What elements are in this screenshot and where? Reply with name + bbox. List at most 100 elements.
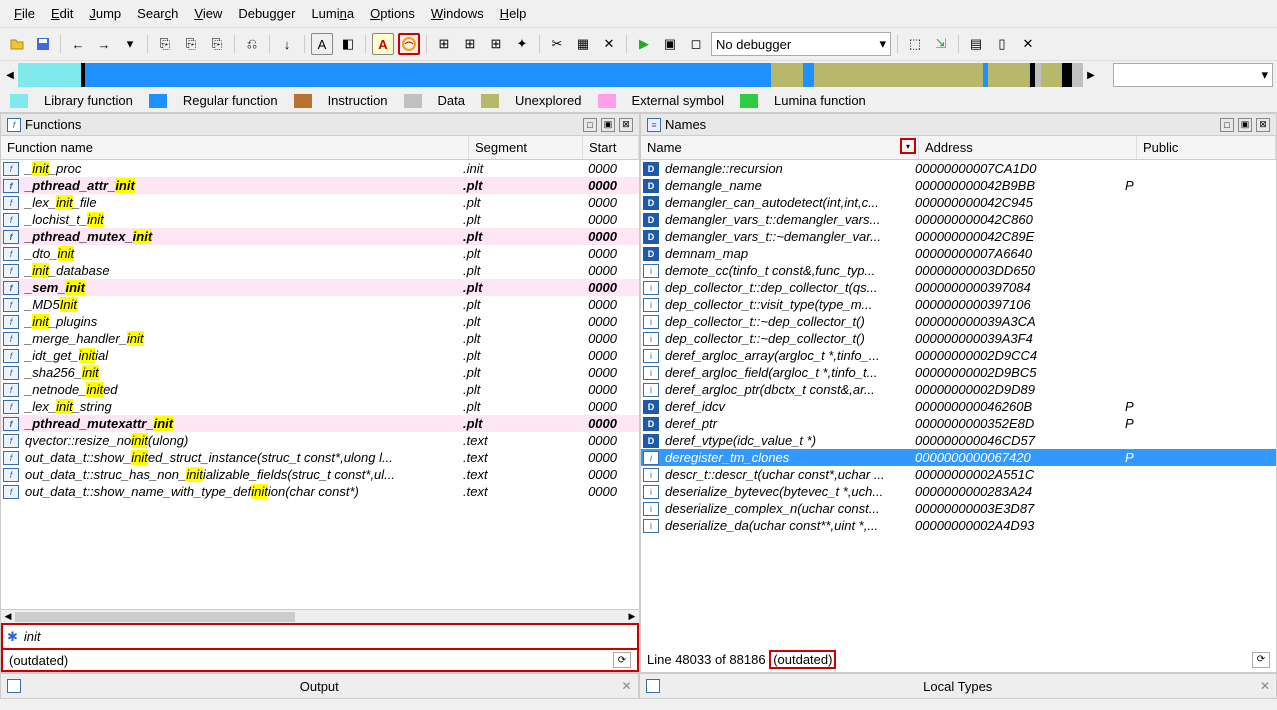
tool-icon[interactable]: ⎘ — [206, 33, 228, 55]
tool-icon[interactable]: ◧ — [337, 33, 359, 55]
functions-hscroll[interactable]: ◀▶ — [1, 609, 639, 623]
menu-lumina[interactable]: Lumina — [303, 2, 362, 25]
menu-search[interactable]: Search — [129, 2, 186, 25]
menu-file[interactable]: File — [6, 2, 43, 25]
tool-icon[interactable]: ▦ — [572, 33, 594, 55]
run-icon[interactable]: ▶ — [633, 33, 655, 55]
tool-icon[interactable]: ⎘ — [154, 33, 176, 55]
close-icon[interactable]: ⊠ — [619, 118, 633, 132]
restore-icon[interactable]: □ — [1220, 118, 1234, 132]
function-row[interactable]: f_pthread_mutexattr_init.plt0000 — [1, 415, 639, 432]
function-row[interactable]: fout_data_t::show_inited_struct_instance… — [1, 449, 639, 466]
tool-icon[interactable]: ✕ — [1017, 33, 1039, 55]
tool-icon[interactable]: ✦ — [511, 33, 533, 55]
function-row[interactable]: f_pthread_attr_init.plt0000 — [1, 177, 639, 194]
name-row[interactable]: ideref_argloc_array(argloc_t *,tinfo_...… — [641, 347, 1276, 364]
function-row[interactable]: f_MD5Init.plt0000 — [1, 296, 639, 313]
function-row[interactable]: f_dto_init.plt0000 — [1, 245, 639, 262]
name-row[interactable]: ideref_argloc_ptr(dbctx_t const&,ar...00… — [641, 381, 1276, 398]
col-function-name[interactable]: Function name — [1, 136, 469, 159]
tool-icon[interactable]: ▤ — [965, 33, 987, 55]
tab-output[interactable]: Output ✕ — [0, 673, 639, 699]
save-icon[interactable] — [32, 33, 54, 55]
name-row[interactable]: idep_collector_t::dep_collector_t(qs...0… — [641, 279, 1276, 296]
refresh-icon[interactable]: ⟳ — [613, 652, 631, 668]
menu-options[interactable]: Options — [362, 2, 423, 25]
menu-jump[interactable]: Jump — [81, 2, 129, 25]
col-segment[interactable]: Segment — [469, 136, 583, 159]
hex-a-icon[interactable]: A — [372, 33, 394, 55]
filter-clear-icon[interactable]: ✱ — [7, 629, 18, 645]
back-icon[interactable]: ← — [67, 33, 89, 55]
name-row[interactable]: idemote_cc(tinfo_t const&,func_typ...000… — [641, 262, 1276, 279]
function-row[interactable]: f_lex_init_string.plt0000 — [1, 398, 639, 415]
debugger-select[interactable]: No debugger▾ — [711, 32, 891, 56]
name-row[interactable]: ideserialize_da(uchar const**,uint *,...… — [641, 517, 1276, 534]
function-row[interactable]: f_idt_get_initial.plt0000 — [1, 347, 639, 364]
function-row[interactable]: f_netnode_inited.plt0000 — [1, 381, 639, 398]
close-icon[interactable]: ✕ — [621, 679, 631, 693]
function-row[interactable]: f_pthread_mutex_init.plt0000 — [1, 228, 639, 245]
name-row[interactable]: Ddemangle_name000000000042B9BBP — [641, 177, 1276, 194]
name-row[interactable]: idep_collector_t::~dep_collector_t()0000… — [641, 313, 1276, 330]
dropdown-icon[interactable]: ▾ — [119, 33, 141, 55]
functions-filter-input[interactable] — [22, 627, 633, 646]
col-public[interactable]: Public — [1137, 136, 1276, 159]
name-row[interactable]: idep_collector_t::~dep_collector_t()0000… — [641, 330, 1276, 347]
name-row[interactable]: ideserialize_complex_n(uchar const...000… — [641, 500, 1276, 517]
name-row[interactable]: Ddemangler_vars_t::demangler_vars...0000… — [641, 211, 1276, 228]
restore-icon[interactable]: □ — [583, 118, 597, 132]
nav-select[interactable]: ▾ — [1113, 63, 1273, 87]
refresh-icon[interactable]: ⟳ — [1252, 652, 1270, 668]
highlighted-tool-icon[interactable] — [398, 33, 420, 55]
col-start[interactable]: Start — [583, 136, 639, 159]
function-row[interactable]: f_init_proc.init0000 — [1, 160, 639, 177]
nav-left-icon[interactable]: ◀ — [4, 65, 16, 85]
col-name[interactable]: Name▾ — [641, 136, 919, 159]
name-row[interactable]: Ddemangler_vars_t::~demangler_var...0000… — [641, 228, 1276, 245]
function-row[interactable]: f_sha256_init.plt0000 — [1, 364, 639, 381]
pin-icon[interactable]: ▣ — [1238, 118, 1252, 132]
col-address[interactable]: Address — [919, 136, 1137, 159]
open-icon[interactable] — [6, 33, 28, 55]
tool-icon[interactable]: ▯ — [991, 33, 1013, 55]
fwd-icon[interactable]: → — [93, 33, 115, 55]
name-row[interactable]: Ddemangler_can_autodetect(int,int,c...00… — [641, 194, 1276, 211]
function-row[interactable]: fout_data_t::show_name_with_type_definit… — [1, 483, 639, 500]
function-row[interactable]: f_lochist_t_init.plt0000 — [1, 211, 639, 228]
name-row[interactable]: Dderef_idcv000000000046260BP — [641, 398, 1276, 415]
down-icon[interactable]: ↓ — [276, 33, 298, 55]
name-row[interactable]: ideref_argloc_field(argloc_t *,tinfo_t..… — [641, 364, 1276, 381]
tool-icon[interactable]: ⊞ — [433, 33, 455, 55]
sort-indicator-icon[interactable]: ▾ — [900, 138, 916, 154]
function-row[interactable]: f_init_plugins.plt0000 — [1, 313, 639, 330]
pin-icon[interactable]: ▣ — [601, 118, 615, 132]
tool-icon[interactable]: ✂ — [546, 33, 568, 55]
name-row[interactable]: Ddemangle::recursion00000000007CA1D0 — [641, 160, 1276, 177]
function-row[interactable]: f_sem_init.plt0000 — [1, 279, 639, 296]
name-row[interactable]: idescr_t::descr_t(uchar const*,uchar ...… — [641, 466, 1276, 483]
close-icon[interactable]: ⊠ — [1256, 118, 1270, 132]
pause-icon[interactable]: ▣ — [659, 33, 681, 55]
menu-view[interactable]: View — [186, 2, 230, 25]
name-row[interactable]: Dderef_ptr0000000000352E8DP — [641, 415, 1276, 432]
delete-icon[interactable]: ✕ — [598, 33, 620, 55]
navigation-bar[interactable] — [18, 63, 1083, 87]
text-icon[interactable]: A — [311, 33, 333, 55]
name-row[interactable]: ideregister_tm_clones0000000000067420P — [641, 449, 1276, 466]
menu-debugger[interactable]: Debugger — [230, 2, 303, 25]
function-row[interactable]: f_lex_init_file.plt0000 — [1, 194, 639, 211]
name-row[interactable]: Dderef_vtype(idc_value_t *)000000000046C… — [641, 432, 1276, 449]
function-row[interactable]: f_init_database.plt0000 — [1, 262, 639, 279]
tab-local-types[interactable]: Local Types ✕ — [639, 673, 1277, 699]
tool-icon[interactable]: ⊞ — [459, 33, 481, 55]
function-row[interactable]: f_merge_handler_init.plt0000 — [1, 330, 639, 347]
nav-right-icon[interactable]: ▶ — [1085, 65, 1097, 85]
tool-icon[interactable]: ⬚ — [904, 33, 926, 55]
name-row[interactable]: idep_collector_t::visit_type(type_m...00… — [641, 296, 1276, 313]
close-icon[interactable]: ✕ — [1260, 679, 1270, 693]
menu-edit[interactable]: Edit — [43, 2, 81, 25]
name-row[interactable]: ideserialize_bytevec(bytevec_t *,uch...0… — [641, 483, 1276, 500]
stop-icon[interactable]: ◻ — [685, 33, 707, 55]
tool-icon[interactable]: ⎌ — [241, 33, 263, 55]
